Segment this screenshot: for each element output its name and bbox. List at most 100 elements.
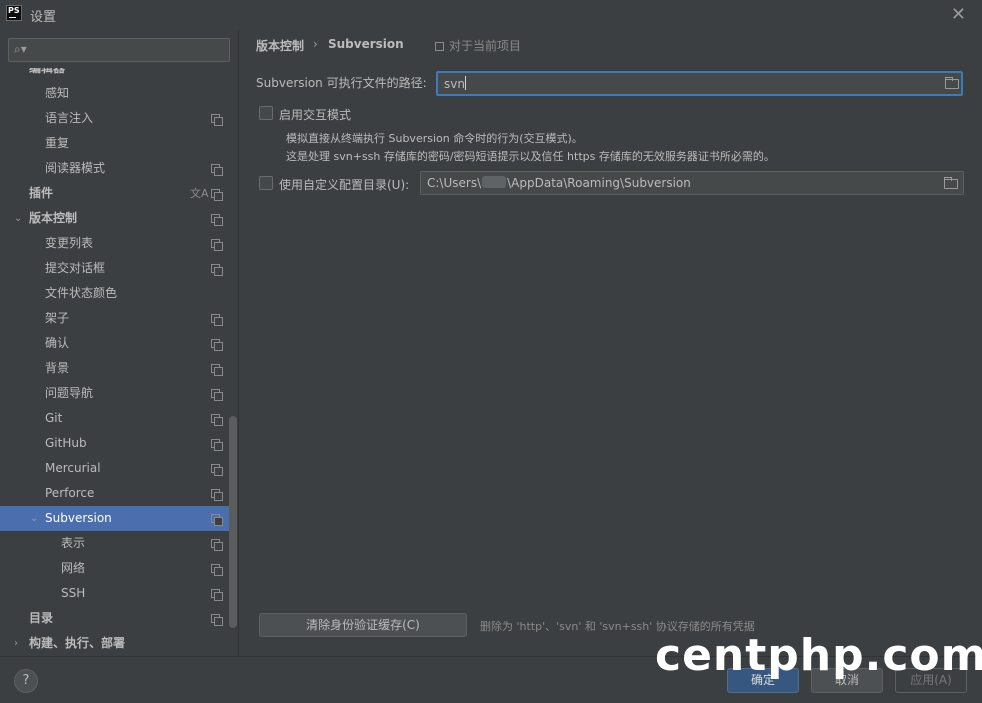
sidebar-item-label: 架子 (45, 311, 70, 325)
sidebar-item[interactable]: 重复 (0, 131, 230, 156)
project-scope-icon (211, 564, 223, 576)
interactive-mode-checkbox[interactable] (259, 106, 273, 120)
project-scope-icon (211, 364, 223, 376)
project-scope-icon (211, 189, 223, 201)
svn-path-label: Subversion 可执行文件的路径: (256, 76, 427, 90)
sidebar-item-label: Mercurial (45, 461, 101, 475)
title-bar: PS 设置 ✕ (0, 0, 982, 30)
sidebar-item-label: 重复 (45, 136, 70, 150)
sidebar-item-label: 版本控制 (29, 211, 78, 225)
chevron-right-icon[interactable]: › (14, 631, 18, 656)
breadcrumb-current: Subversion (328, 37, 404, 51)
sidebar-item[interactable]: 感知 (0, 81, 230, 106)
sidebar-item[interactable]: 文件状态颜色 (0, 281, 230, 306)
project-scope-icon (211, 114, 223, 126)
sidebar-item-label: 构建、执行、部署 (29, 636, 126, 650)
project-scope-icon (211, 164, 223, 176)
settings-sidebar: ⌕▾ 编辑器感知语言注入重复阅读器模式插件 文A ⌄ 版本控制变更列表提交对话框文件状… (0, 30, 238, 656)
sidebar-item-label: 网络 (61, 561, 86, 575)
chevron-down-icon[interactable]: ⌄ (14, 206, 22, 231)
sidebar-item-label: 背景 (45, 361, 70, 375)
sidebar-item-label: Subversion (45, 511, 112, 525)
settings-content: 版本控制 › Subversion 对于当前项目 Subversion 可执行文… (238, 30, 982, 656)
sidebar-item[interactable]: 提交对话框 (0, 256, 230, 281)
sidebar-item[interactable]: › 构建、执行、部署 (0, 631, 230, 656)
sidebar-item[interactable]: 架子 (0, 306, 230, 331)
project-scope-icon (211, 514, 223, 526)
sidebar-item-label: 目录 (29, 611, 54, 625)
settings-tree: 编辑器感知语言注入重复阅读器模式插件 文A ⌄ 版本控制变更列表提交对话框文件状态颜色… (0, 68, 230, 656)
interactive-mode-label[interactable]: 启用交互模式 (279, 106, 351, 123)
custom-config-dir-label[interactable]: 使用自定义配置目录(U): (279, 176, 409, 193)
interactive-desc-line1: 模拟直接从终端执行 Subversion 命令时的行为(交互模式)。 (286, 132, 583, 145)
custom-config-dir-checkbox[interactable] (259, 176, 273, 190)
sidebar-item[interactable]: GitHub (0, 431, 230, 456)
scope-note: 对于当前项目 (435, 37, 521, 54)
sidebar-item-label: Perforce (45, 486, 95, 500)
breadcrumb-separator: › (313, 37, 318, 51)
project-scope-icon (211, 264, 223, 276)
project-scope-icon (211, 339, 223, 351)
browse-folder-icon[interactable] (944, 177, 958, 189)
sidebar-item-label: 文件状态颜色 (45, 286, 118, 300)
sidebar-item-label: 感知 (45, 86, 70, 100)
help-button[interactable]: ? (14, 669, 38, 693)
sidebar-item[interactable]: 阅读器模式 (0, 156, 230, 181)
svn-path-input[interactable]: svn (436, 71, 963, 96)
project-scope-icon (211, 589, 223, 601)
sidebar-item[interactable]: 目录 (0, 606, 230, 631)
project-scope-icon (211, 539, 223, 551)
sidebar-item-label: 编辑器 (29, 68, 66, 75)
sidebar-item[interactable]: 插件 文A (0, 181, 230, 206)
interactive-desc-line2: 这是处理 svn+ssh 存储库的密码/密码短语提示以及信任 https 存储库… (286, 150, 775, 163)
sidebar-item[interactable]: ⌄ 版本控制 (0, 206, 230, 231)
project-scope-icon (435, 42, 444, 51)
breadcrumb-parent[interactable]: 版本控制 (256, 37, 304, 54)
clear-auth-cache-button[interactable]: 清除身份验证缓存(C) (259, 613, 467, 637)
phpstorm-app-icon: PS (6, 5, 22, 21)
watermark-text: centphp.com (655, 630, 982, 681)
sidebar-item-label: 提交对话框 (45, 261, 106, 275)
project-scope-icon (211, 214, 223, 226)
window-title: 设置 (30, 10, 57, 25)
project-scope-icon (211, 239, 223, 251)
redacted-username (482, 176, 507, 188)
sidebar-item[interactable]: 背景 (0, 356, 230, 381)
sidebar-item[interactable]: 表示 (0, 531, 230, 556)
sidebar-item[interactable]: 编辑器 (0, 68, 230, 81)
sidebar-item-label: Git (45, 411, 63, 425)
sidebar-item-label: 阅读器模式 (45, 161, 106, 175)
close-icon[interactable]: ✕ (951, 4, 966, 25)
browse-folder-icon[interactable] (945, 77, 959, 89)
sidebar-item-label: 问题导航 (45, 386, 94, 400)
sidebar-item[interactable]: 语言注入 (0, 106, 230, 131)
sidebar-item-label: 变更列表 (45, 236, 94, 250)
project-scope-icon (211, 414, 223, 426)
project-scope-icon (211, 439, 223, 451)
sidebar-item-label: SSH (61, 586, 86, 600)
sidebar-item[interactable]: ⌄ Subversion (0, 506, 230, 531)
sidebar-item[interactable]: 变更列表 (0, 231, 230, 256)
sidebar-item[interactable]: 网络 (0, 556, 230, 581)
translate-icon: 文A (190, 187, 209, 200)
project-scope-icon (211, 489, 223, 501)
custom-config-dir-input[interactable]: C:\Users\ \AppData\Roaming\Subversion (420, 171, 964, 195)
sidebar-scrollbar[interactable] (229, 416, 237, 628)
sidebar-item[interactable]: 确认 (0, 331, 230, 356)
sidebar-item-label: 确认 (45, 336, 70, 350)
project-scope-icon (211, 389, 223, 401)
sidebar-item-label: 插件 (29, 186, 54, 200)
sidebar-item[interactable]: Git (0, 406, 230, 431)
sidebar-item-label: 语言注入 (45, 111, 94, 125)
project-scope-icon (211, 464, 223, 476)
sidebar-item[interactable]: Perforce (0, 481, 230, 506)
search-icon: ⌕▾ (14, 42, 27, 56)
sidebar-item-label: 表示 (61, 536, 86, 550)
sidebar-item[interactable]: SSH (0, 581, 230, 606)
project-scope-icon (211, 614, 223, 626)
settings-search-input[interactable]: ⌕▾ (8, 38, 230, 62)
sidebar-item[interactable]: Mercurial (0, 456, 230, 481)
chevron-down-icon[interactable]: ⌄ (30, 506, 38, 531)
project-scope-icon (211, 314, 223, 326)
sidebar-item[interactable]: 问题导航 (0, 381, 230, 406)
